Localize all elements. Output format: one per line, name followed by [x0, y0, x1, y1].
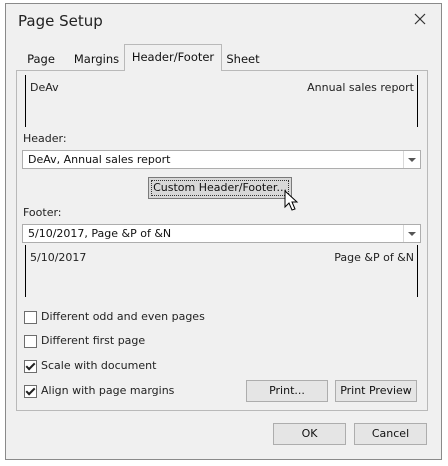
dialog-title: Page Setup: [18, 12, 103, 30]
tab-page[interactable]: Page: [18, 48, 64, 70]
footer-preview-right-text: Page &P of &N: [334, 251, 414, 264]
mouse-pointer-icon: [284, 190, 299, 211]
cancel-button[interactable]: Cancel: [354, 423, 427, 445]
chevron-down-icon[interactable]: [403, 225, 420, 242]
footer-label: Footer:: [23, 206, 62, 219]
header-combo-value: DeAv, Annual sales report: [28, 153, 171, 166]
chevron-down-icon[interactable]: [403, 151, 420, 168]
different-odd-even-label: Different odd and even pages: [41, 310, 205, 323]
close-icon[interactable]: [411, 10, 429, 28]
header-preview-right-text: Annual sales report: [307, 81, 414, 94]
align-with-margins-label: Align with page margins: [41, 384, 175, 397]
tab-margins[interactable]: Margins: [68, 48, 125, 70]
scale-with-document-label: Scale with document: [41, 359, 157, 372]
header-combo[interactable]: DeAv, Annual sales report: [22, 150, 421, 169]
ok-button[interactable]: OK: [273, 423, 346, 445]
print-preview-button[interactable]: Print Preview: [335, 380, 417, 402]
footer-preview: 5/10/2017 Page &P of &N: [22, 245, 422, 297]
footer-preview-left-margin: [25, 245, 26, 297]
align-with-margins-checkbox[interactable]: [24, 385, 37, 398]
different-odd-even-checkbox[interactable]: [24, 311, 37, 324]
header-preview-left-margin: [25, 75, 26, 127]
print-button[interactable]: Print...: [246, 380, 328, 402]
different-first-page-checkbox[interactable]: [24, 335, 37, 348]
header-preview: DeAv Annual sales report: [22, 75, 422, 127]
tab-header-footer[interactable]: Header/Footer: [124, 44, 222, 71]
footer-combo[interactable]: 5/10/2017, Page &P of &N: [22, 224, 421, 243]
footer-preview-right-margin: [417, 245, 418, 297]
footer-preview-left-text: 5/10/2017: [30, 251, 87, 264]
scale-with-document-checkbox[interactable]: [24, 360, 37, 373]
different-first-page-label: Different first page: [41, 334, 146, 347]
header-label: Header:: [23, 132, 67, 145]
header-preview-right-margin: [417, 75, 418, 127]
custom-header-footer-button[interactable]: Custom Header/Footer...: [148, 177, 292, 199]
tab-sheet[interactable]: Sheet: [220, 48, 266, 70]
footer-combo-value: 5/10/2017, Page &P of &N: [28, 227, 172, 240]
header-preview-left-text: DeAv: [30, 81, 59, 94]
